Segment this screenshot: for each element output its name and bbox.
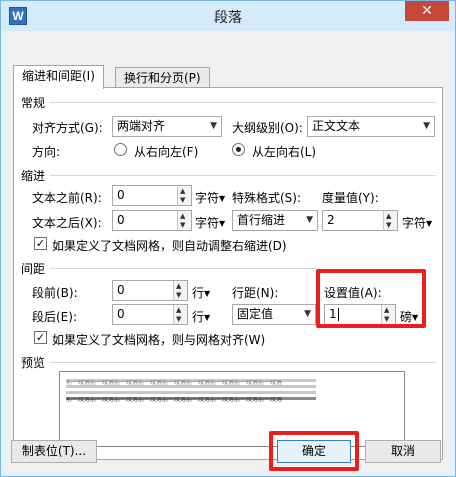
spin-buttons[interactable]: ▲ ▼ — [173, 281, 187, 300]
spin-down-icon: ▼ — [176, 315, 182, 323]
preview-sample-text: 前一段落前一段落前一段落前一段落前一段落前一段落前一段落前一段落前一段落 — [66, 380, 283, 386]
divider — [50, 102, 436, 103]
special-format-select[interactable]: 首行缩进 ▼ — [232, 210, 318, 231]
indent-before-unit[interactable]: 字符▼ — [195, 189, 225, 206]
auto-adjust-indent-label: 如果定义了文档网格，则自动调整右缩进(D) — [52, 239, 287, 253]
space-before-unit[interactable]: 行▼ — [192, 284, 210, 301]
direction-label: 方向: — [32, 145, 61, 159]
space-after-unit[interactable]: 行▼ — [192, 308, 210, 325]
paragraph-dialog: W 段落 ✕ 缩进和间距(I) 换行和分页(P) 常规 对齐方式(G): 两端对… — [0, 0, 456, 477]
space-before-label: 段前(B): — [32, 286, 78, 300]
align-select[interactable]: 两端对齐 ▼ — [112, 116, 222, 137]
chevron-down-icon: ▼ — [204, 313, 211, 322]
section-spacing-label: 间距 — [21, 262, 46, 276]
highlight-ok — [269, 431, 359, 471]
chevron-down-icon: ▼ — [304, 309, 311, 319]
rtl-label: 从右向左(F) — [134, 145, 199, 159]
tab-line-page-breaks[interactable]: 换行和分页(P) — [115, 67, 210, 89]
checkmark-icon: ✓ — [35, 237, 46, 250]
outline-label: 大纲级别(O): — [232, 121, 303, 135]
space-after-value: 0 — [117, 307, 125, 321]
tab-stops-button[interactable]: 制表位(T)... — [11, 440, 97, 463]
tab-panel: 常规 对齐方式(G): 两端对齐 ▼ 大纲级别(O): 正文文本 ▼ 方向: 从… — [13, 87, 443, 460]
dialog-body: 缩进和间距(I) 换行和分页(P) 常规 对齐方式(G): 两端对齐 ▼ 大纲级… — [7, 32, 449, 471]
section-indent-label: 缩进 — [21, 169, 46, 183]
spin-buttons[interactable]: ▲ ▼ — [177, 211, 191, 230]
indent-before-value: 0 — [117, 188, 125, 202]
dialog-title: 段落 — [214, 10, 242, 26]
spin-down-icon: ▼ — [386, 221, 392, 229]
indent-before-label: 文本之前(R): — [32, 191, 102, 205]
spin-buttons[interactable]: ▲ ▼ — [177, 186, 191, 205]
rtl-radio[interactable] — [114, 143, 127, 156]
indent-after-input[interactable]: 0 ▲ ▼ — [112, 210, 192, 231]
chevron-down-icon: ▼ — [219, 194, 226, 203]
unit-text: 行 — [192, 286, 205, 300]
section-general-label: 常规 — [21, 96, 46, 110]
measure-label: 度量值(Y): — [322, 191, 379, 205]
unit-text: 字符 — [195, 216, 220, 230]
align-label: 对齐方式(G): — [32, 121, 103, 135]
unit-text: 字符 — [195, 191, 220, 205]
checkmark-icon: ✓ — [35, 331, 46, 344]
divider — [50, 362, 436, 363]
spin-down-icon: ▼ — [180, 196, 186, 204]
special-format-value: 首行缩进 — [237, 213, 286, 227]
space-after-label: 段后(E): — [32, 310, 77, 324]
ltr-radio[interactable] — [232, 143, 245, 156]
highlight-set-value — [316, 269, 426, 328]
divider — [50, 175, 436, 176]
spin-buttons[interactable]: ▲ ▼ — [173, 305, 187, 324]
spin-up-icon: ▲ — [176, 306, 182, 314]
spin-buttons[interactable]: ▲ ▼ — [383, 211, 397, 230]
unit-text: 字符 — [402, 216, 427, 230]
spin-up-icon: ▲ — [180, 212, 186, 220]
chevron-down-icon: ▼ — [423, 121, 430, 131]
measure-value: 2 — [327, 213, 335, 227]
space-before-input[interactable]: 0 ▲ ▼ — [112, 280, 188, 301]
chevron-down-icon: ▼ — [204, 289, 211, 298]
chevron-down-icon: ▼ — [210, 121, 217, 131]
line-spacing-label: 行距(N): — [232, 286, 279, 300]
outline-value: 正文文本 — [312, 119, 361, 133]
close-button[interactable]: ✕ — [405, 1, 449, 21]
measure-unit[interactable]: 字符▼ — [402, 214, 432, 231]
spin-up-icon: ▲ — [176, 282, 182, 290]
divider — [50, 268, 316, 269]
cancel-button[interactable]: 取消 — [365, 440, 441, 463]
spin-down-icon: ▼ — [180, 221, 186, 229]
special-format-label: 特殊格式(S): — [232, 191, 302, 205]
spin-up-icon: ▲ — [180, 187, 186, 195]
space-before-value: 0 — [117, 283, 125, 297]
measure-input[interactable]: 2 ▲ ▼ — [322, 210, 398, 231]
snap-to-grid-label: 如果定义了文档网格，则与网格对齐(W) — [52, 333, 266, 347]
indent-after-label: 文本之后(X): — [32, 216, 102, 230]
auto-adjust-indent-checkbox[interactable]: ✓ — [34, 237, 47, 250]
chevron-down-icon: ▼ — [219, 219, 226, 228]
indent-after-value: 0 — [117, 213, 125, 227]
ltr-label: 从左向右(L) — [252, 145, 317, 159]
section-preview-label: 预览 — [21, 356, 46, 370]
line-spacing-select[interactable]: 固定值 ▼ — [232, 304, 316, 325]
spin-down-icon: ▼ — [176, 291, 182, 299]
indent-after-unit[interactable]: 字符▼ — [195, 214, 225, 231]
outline-select[interactable]: 正文文本 ▼ — [307, 116, 435, 137]
tab-indent-spacing[interactable]: 缩进和间距(I) — [13, 65, 104, 89]
snap-to-grid-checkbox[interactable]: ✓ — [34, 331, 47, 344]
preview-prev-line — [66, 391, 316, 394]
chevron-down-icon: ▼ — [426, 219, 433, 228]
unit-text: 行 — [192, 310, 205, 324]
indent-before-input[interactable]: 0 ▲ ▼ — [112, 185, 192, 206]
title-bar: W 段落 ✕ — [1, 1, 455, 31]
spin-up-icon: ▲ — [386, 212, 392, 220]
preview-current-text: 前一段落前一段落前一段落前一段落前一段落前一段落前一段落前一段落前一段落 — [66, 397, 283, 403]
line-spacing-value: 固定值 — [237, 307, 274, 321]
space-after-input[interactable]: 0 ▲ ▼ — [112, 304, 188, 325]
chevron-down-icon: ▼ — [306, 215, 313, 225]
align-value: 两端对齐 — [117, 119, 166, 133]
